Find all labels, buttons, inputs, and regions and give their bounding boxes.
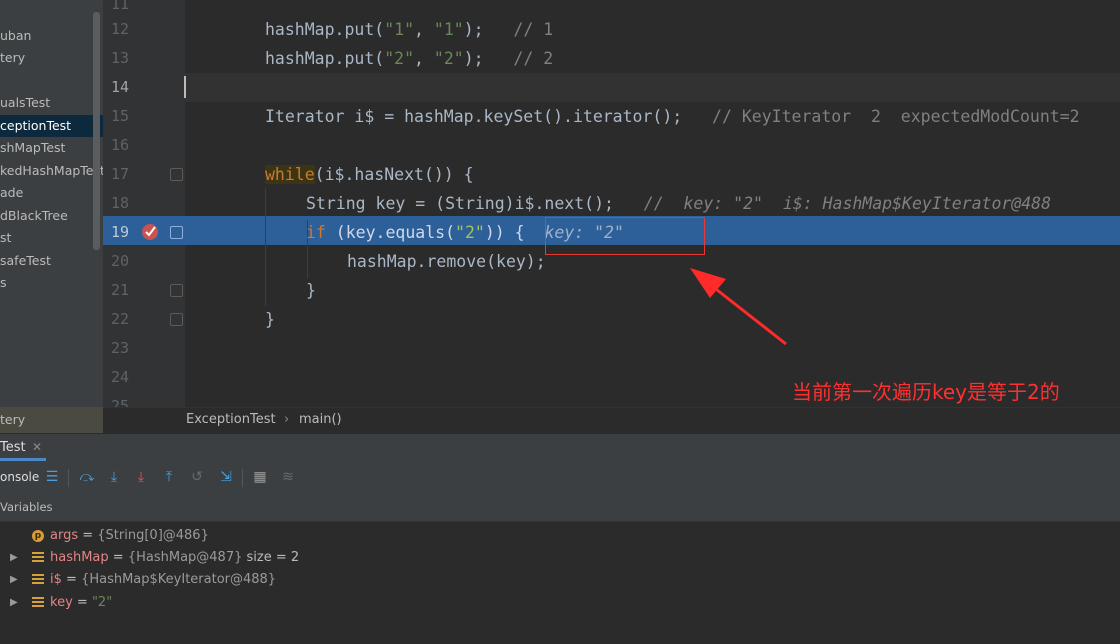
breadcrumb-method[interactable]: main() xyxy=(299,412,342,427)
menu-lines-icon[interactable]: ☰ xyxy=(42,467,62,487)
trace-stream-icon[interactable]: ≋ xyxy=(278,467,298,487)
toolbar-divider xyxy=(68,469,69,487)
field-icon xyxy=(32,574,44,586)
field-icon xyxy=(32,552,44,564)
debug-tab-label: Test xyxy=(0,440,26,455)
step-over-icon[interactable]: ⤼ xyxy=(77,467,97,487)
breadcrumb-separator: › xyxy=(284,412,290,427)
variables-list: p args = {String[0]@486} ▶ hashMap = {Ha… xyxy=(0,522,1120,644)
run-to-cursor-icon[interactable]: ⇲ xyxy=(216,467,236,487)
tab-underline xyxy=(0,458,46,461)
step-into-icon[interactable]: ⤓ xyxy=(104,467,124,487)
step-out-icon[interactable]: ⤒ xyxy=(159,467,179,487)
annotation-text: 当前第一次遍历key是等于2的 xyxy=(792,380,1060,404)
drop-frame-icon[interactable]: ↺ xyxy=(187,467,207,487)
field-icon xyxy=(32,597,44,609)
force-step-into-icon[interactable]: ⤓ xyxy=(131,467,151,487)
variables-label: Variables xyxy=(0,500,53,514)
expand-arrow-icon[interactable]: ▶ xyxy=(10,569,18,591)
expand-arrow-icon[interactable]: ▶ xyxy=(10,547,18,569)
debug-tab[interactable]: Test ✕ xyxy=(0,434,46,461)
expand-arrow-icon[interactable]: ▶ xyxy=(10,592,18,614)
variables-header: Variables xyxy=(0,496,1120,522)
variable-row[interactable]: ▶ hashMap = {HashMap@487} size = 2 xyxy=(0,547,1120,569)
toolbar-divider xyxy=(242,469,243,487)
evaluate-expression-icon[interactable]: ▦ xyxy=(250,467,270,487)
breadcrumb: ExceptionTest › main() xyxy=(103,407,1120,434)
close-icon[interactable]: ✕ xyxy=(32,440,42,454)
variable-row[interactable]: p args = {String[0]@486} xyxy=(0,525,1120,547)
breadcrumb-class[interactable]: ExceptionTest xyxy=(186,412,276,427)
variable-row[interactable]: ▶ key = "2" xyxy=(0,592,1120,614)
debug-toolbar: onsole ☰ ⤼ ⤓ ⤓ ⤒ ↺ ⇲ ▦ ≋ xyxy=(0,465,1120,491)
parameter-icon: p xyxy=(32,530,44,542)
console-tab[interactable]: onsole xyxy=(0,470,39,484)
debug-panel: Test ✕ onsole ☰ ⤼ ⤓ ⤓ ⤒ ↺ ⇲ ▦ ≋ Variable… xyxy=(0,433,1120,644)
variable-row[interactable]: ▶ i$ = {HashMap$KeyIterator@488} xyxy=(0,569,1120,591)
